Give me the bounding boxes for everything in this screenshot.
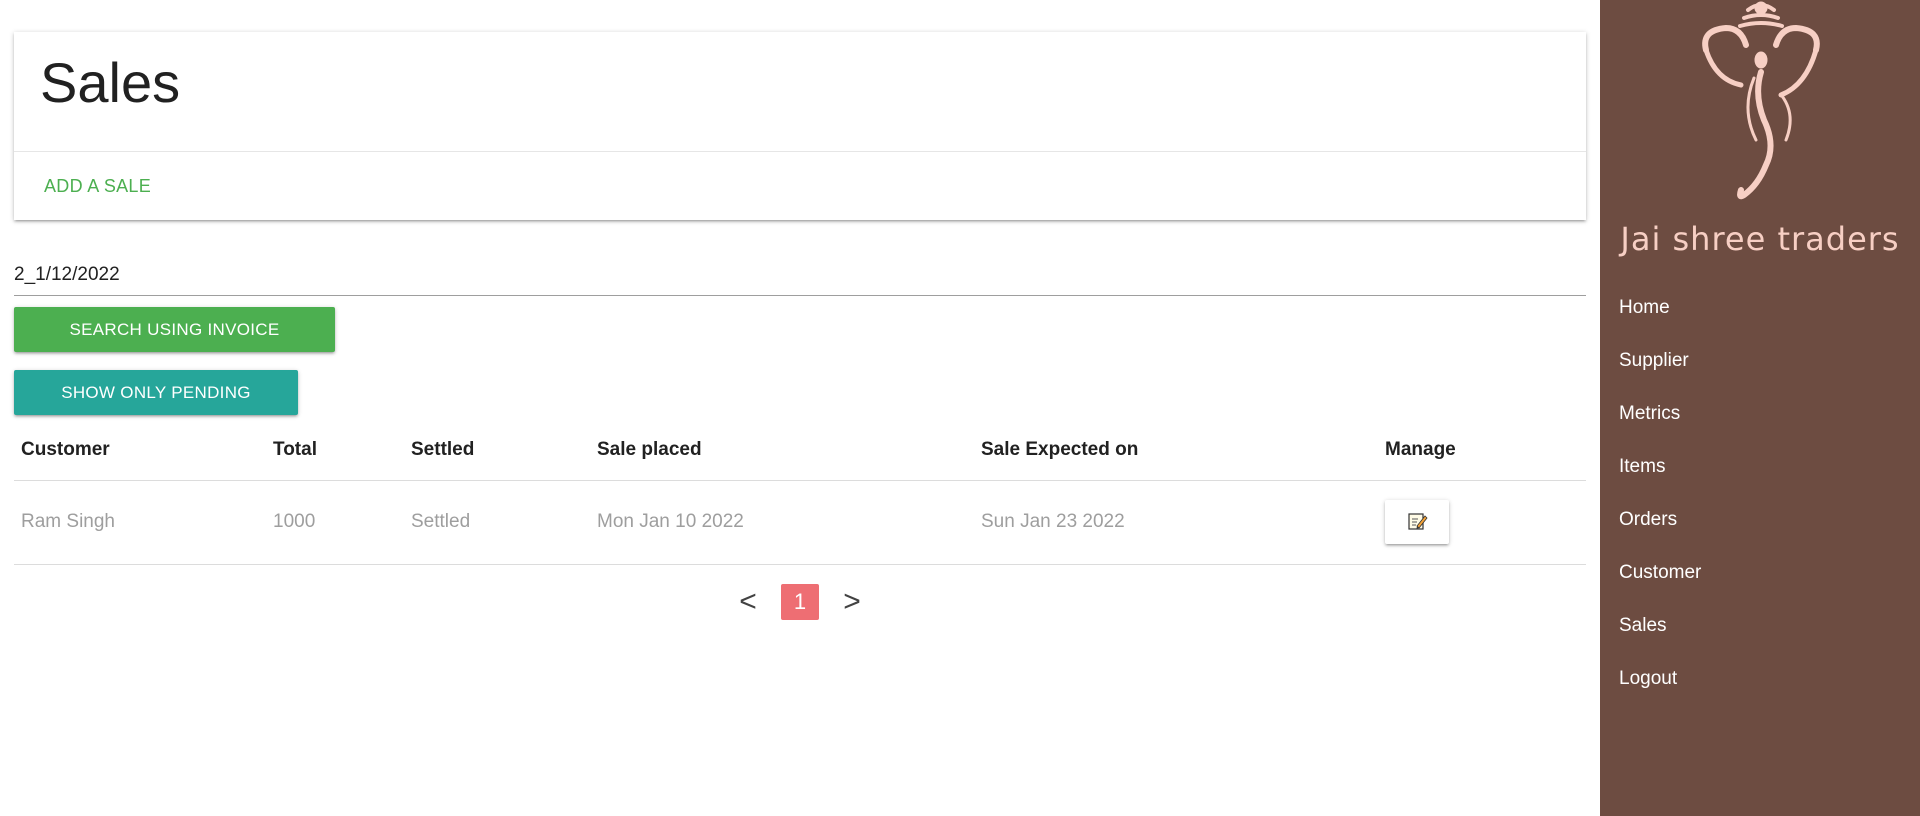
cell-sale-placed: Mon Jan 10 2022 bbox=[590, 480, 974, 565]
sidebar-item-orders[interactable]: Orders bbox=[1600, 493, 1920, 546]
sidebar-item-sales[interactable]: Sales bbox=[1600, 599, 1920, 652]
cell-customer: Ram Singh bbox=[14, 480, 266, 565]
page-header-card: Sales ADD A SALE bbox=[14, 32, 1586, 220]
card-divider bbox=[14, 151, 1586, 152]
cell-sale-expected: Sun Jan 23 2022 bbox=[974, 480, 1378, 565]
cell-settled: Settled bbox=[404, 480, 590, 565]
sidebar-item-metrics[interactable]: Metrics bbox=[1600, 387, 1920, 440]
page-title: Sales bbox=[40, 51, 181, 114]
edit-note-icon bbox=[1406, 510, 1428, 535]
page-number-active[interactable]: 1 bbox=[781, 584, 819, 620]
brand-name: Jai shree traders bbox=[1620, 220, 1900, 258]
sidebar-nav: Home Supplier Metrics Items Orders Custo… bbox=[1600, 281, 1920, 705]
table-row: Ram Singh 1000 Settled Mon Jan 10 2022 S… bbox=[14, 480, 1586, 565]
column-header-customer: Customer bbox=[14, 420, 266, 481]
ganesha-logo-icon bbox=[1686, 0, 1836, 205]
prev-page-button[interactable]: < bbox=[733, 584, 763, 620]
column-header-sale-expected: Sale Expected on bbox=[974, 420, 1378, 481]
column-header-total: Total bbox=[266, 420, 404, 481]
table-header-row: Customer Total Settled Sale placed Sale … bbox=[14, 420, 1586, 481]
next-page-button[interactable]: > bbox=[837, 584, 867, 620]
manage-sale-button[interactable] bbox=[1385, 500, 1449, 544]
sidebar: Jai shree traders Home Supplier Metrics … bbox=[1600, 0, 1920, 816]
column-header-manage: Manage bbox=[1378, 420, 1586, 481]
invoice-search-input[interactable] bbox=[14, 254, 1586, 296]
sidebar-item-customer[interactable]: Customer bbox=[1600, 546, 1920, 599]
cell-total: 1000 bbox=[266, 480, 404, 565]
search-invoice-button[interactable]: SEARCH USING INVOICE NUMBER bbox=[14, 307, 335, 384]
pagination: < 1 > bbox=[14, 584, 1586, 620]
sidebar-item-supplier[interactable]: Supplier bbox=[1600, 334, 1920, 387]
add-sale-link[interactable]: ADD A SALE bbox=[44, 176, 151, 197]
sales-table: Customer Total Settled Sale placed Sale … bbox=[14, 420, 1586, 565]
sidebar-item-items[interactable]: Items bbox=[1600, 440, 1920, 493]
show-pending-sales-button[interactable]: SHOW ONLY PENDING SALES bbox=[14, 370, 298, 447]
main-content: Sales ADD A SALE SEARCH USING INVOICE NU… bbox=[14, 0, 1586, 816]
sidebar-item-logout[interactable]: Logout bbox=[1600, 652, 1920, 705]
column-header-sale-placed: Sale placed bbox=[590, 420, 974, 481]
cell-manage bbox=[1378, 480, 1586, 565]
sidebar-item-home[interactable]: Home bbox=[1600, 281, 1920, 334]
column-header-settled: Settled bbox=[404, 420, 590, 481]
